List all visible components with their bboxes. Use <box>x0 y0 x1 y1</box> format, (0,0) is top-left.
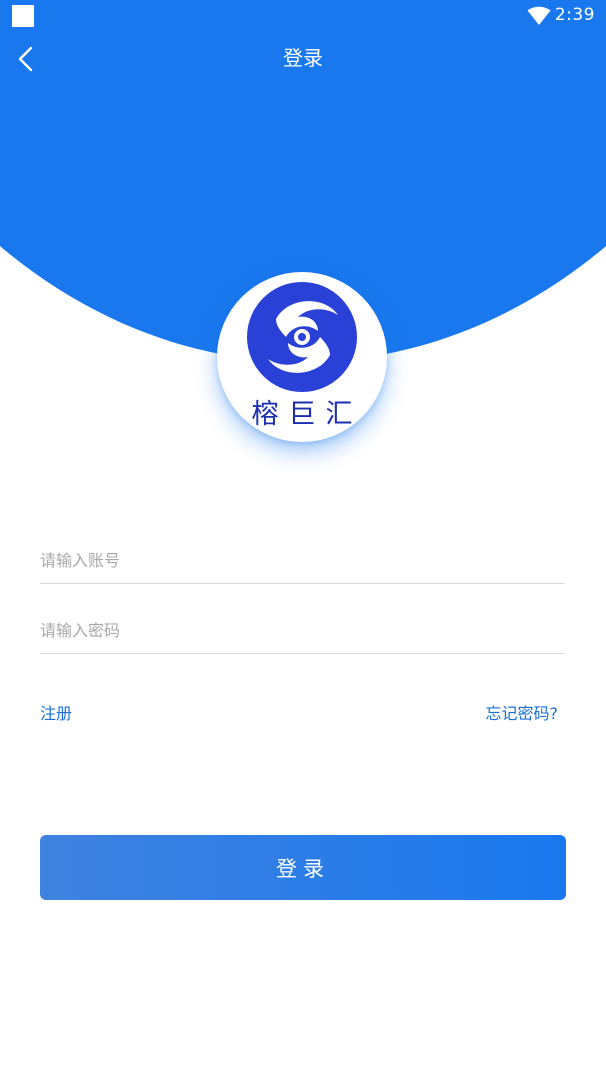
account-field[interactable] <box>40 536 565 584</box>
password-input[interactable] <box>40 606 565 653</box>
register-link[interactable]: 注册 <box>40 700 72 724</box>
wifi-icon <box>527 6 551 25</box>
forgot-password-link[interactable]: 忘记密码? <box>486 700 559 724</box>
status-time: 2:39 <box>554 5 595 25</box>
status-bar: 2:39 <box>0 0 606 34</box>
app-logo: 榕巨汇 <box>217 272 387 442</box>
dolphin-logo-icon <box>247 282 357 392</box>
login-screen: 2:39 登录 榕巨汇 注册 忘记密码? 登录 <box>0 0 606 1080</box>
password-field[interactable] <box>40 606 565 654</box>
login-button[interactable]: 登录 <box>40 835 566 900</box>
notification-square-icon <box>12 5 34 27</box>
logo-text: 榕巨汇 <box>251 399 363 430</box>
account-input[interactable] <box>40 536 565 583</box>
page-title: 登录 <box>283 46 323 70</box>
